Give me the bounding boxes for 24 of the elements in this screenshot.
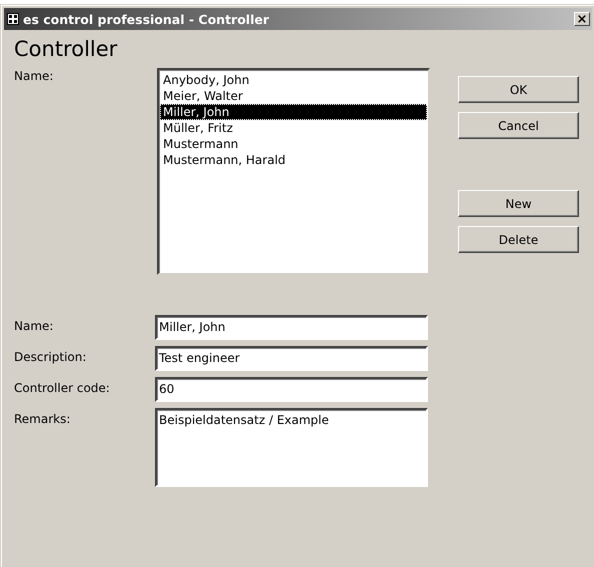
list-item[interactable]: Meier, Walter (160, 88, 427, 104)
input-field[interactable]: 60 (155, 377, 428, 402)
list-item[interactable]: Miller, John (160, 104, 427, 120)
window-title: es control professional - Controller (23, 12, 270, 26)
list-item[interactable]: Müller, Fritz (160, 120, 427, 136)
form-heading: Controller (14, 37, 118, 63)
dialog-button[interactable]: OK (458, 76, 579, 103)
remarks-field[interactable]: Beispieldatensatz / Example (155, 408, 428, 487)
input-field[interactable]: Test engineer (155, 346, 428, 371)
close-button[interactable]: × (574, 12, 590, 26)
dialog-button[interactable]: New (458, 190, 579, 217)
field-label: Controller code: (14, 380, 111, 397)
form-icon (7, 13, 19, 25)
list-item[interactable]: Anybody, John (160, 72, 427, 88)
field-label: Description: (14, 349, 88, 366)
field-label: Name: (14, 68, 54, 85)
list-item[interactable]: Mustermann (160, 136, 427, 152)
name-list[interactable]: Anybody, John Meier, Walter Miller, John Müller, Fritz Mustermann Mustermann, Harald (157, 68, 430, 275)
input-field[interactable]: Miller, John (155, 315, 428, 340)
dialog-button[interactable]: Cancel (458, 112, 579, 139)
field-label: Remarks: (14, 411, 72, 428)
dialog-button[interactable]: Delete (458, 226, 579, 253)
list-item[interactable]: Mustermann, Harald (160, 152, 427, 168)
field-label: Name: (14, 318, 54, 335)
